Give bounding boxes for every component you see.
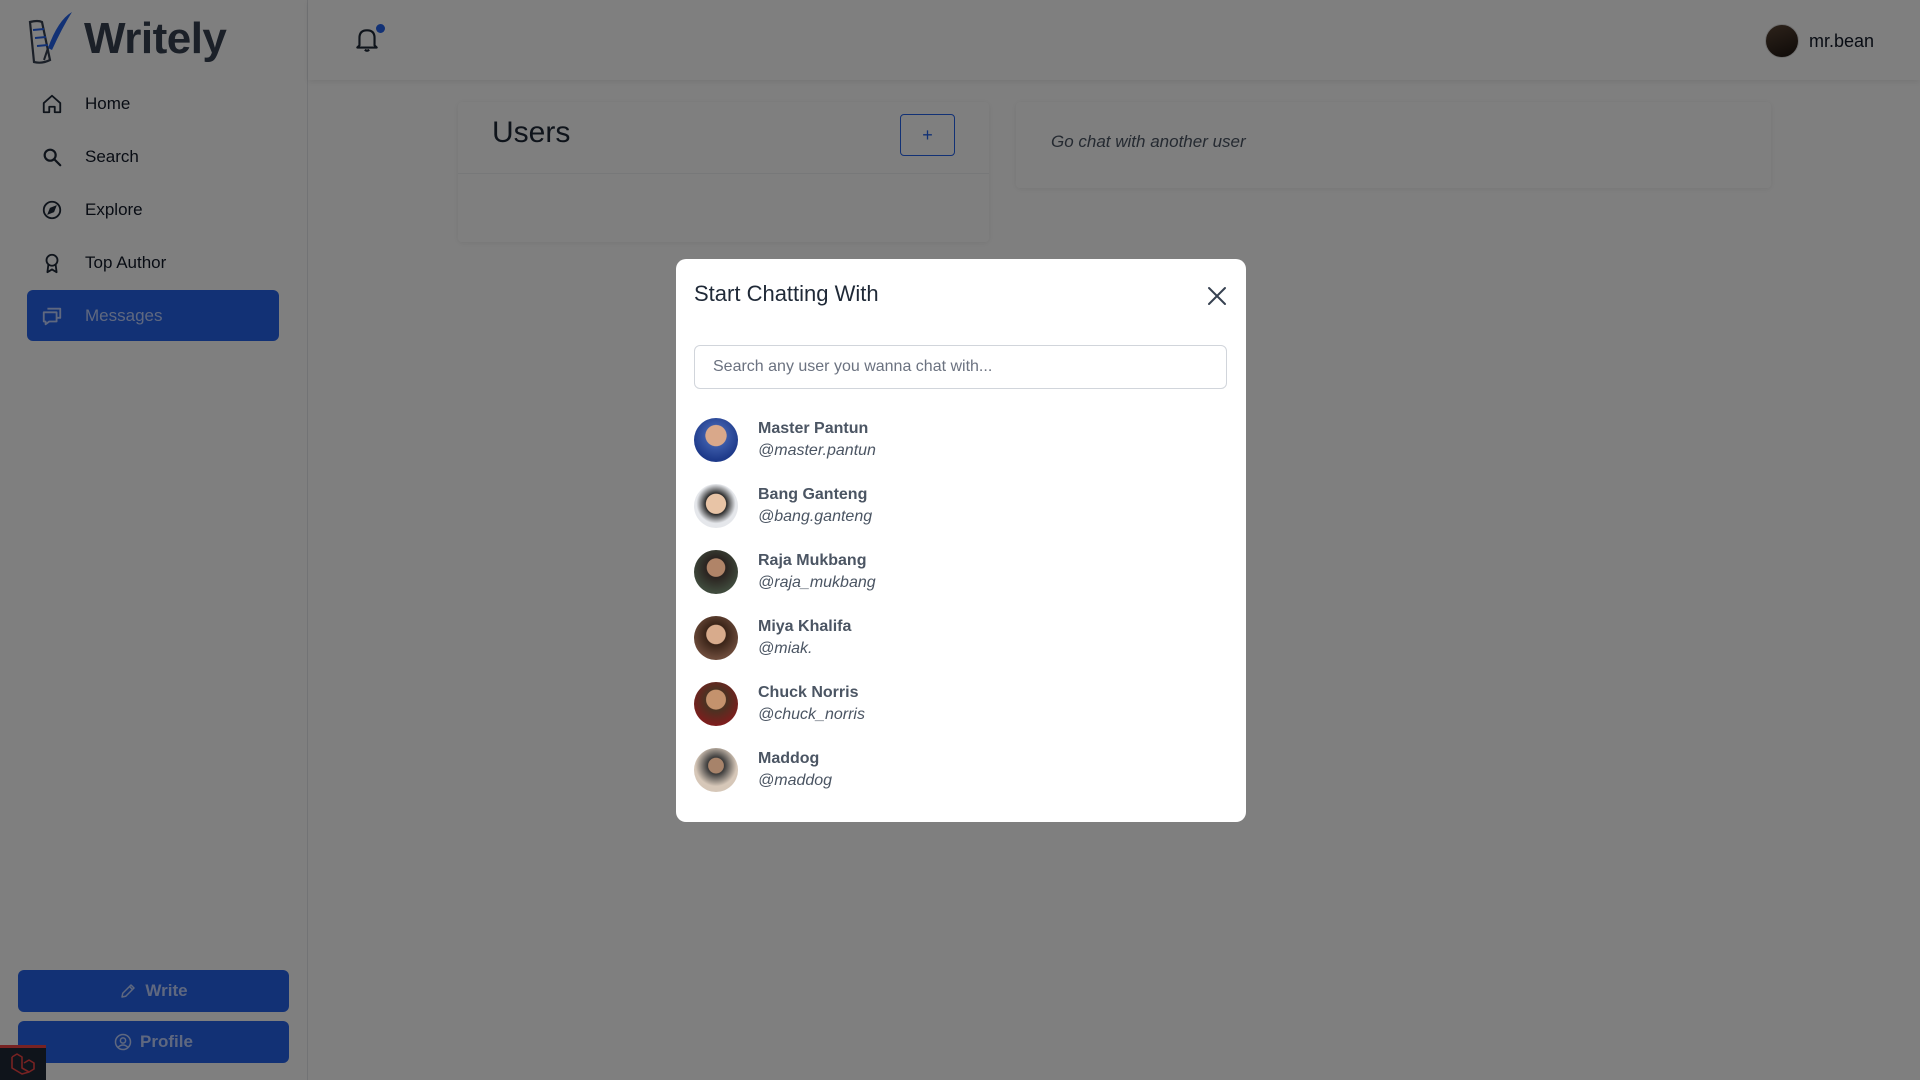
user-handle: @miak. (758, 640, 813, 657)
user-search-input[interactable] (694, 345, 1227, 389)
avatar (694, 616, 738, 660)
avatar (694, 484, 738, 528)
user-name: Miya Khalifa (758, 618, 852, 635)
list-item-user[interactable]: Maddog @maddog (694, 737, 1227, 803)
user-handle: @raja_mukbang (758, 574, 876, 591)
user-handle: @bang.ganteng (758, 508, 873, 525)
list-item-user[interactable]: Master Pantun @master.pantun (694, 407, 1227, 473)
avatar (694, 550, 738, 594)
avatar (694, 748, 738, 792)
user-name: Bang Ganteng (758, 486, 868, 503)
modal-title: Start Chatting With (694, 281, 879, 306)
user-handle: @chuck_norris (758, 706, 865, 723)
user-name: Chuck Norris (758, 684, 859, 701)
start-chat-modal: Start Chatting With Master Pantun @maste… (676, 259, 1246, 822)
user-name: Raja Mukbang (758, 552, 867, 569)
user-handle: @master.pantun (758, 442, 876, 459)
avatar (694, 418, 738, 462)
user-name: Master Pantun (758, 420, 869, 437)
user-name: Maddog (758, 750, 820, 767)
list-item-user[interactable]: Miya Khalifa @miak. (694, 605, 1227, 671)
close-button[interactable] (1204, 283, 1230, 309)
avatar (694, 682, 738, 726)
list-item-user[interactable]: Bang Ganteng @bang.ganteng (694, 473, 1227, 539)
list-item-user[interactable]: Raja Mukbang @raja_mukbang (694, 539, 1227, 605)
user-handle: @maddog (758, 772, 833, 789)
user-list: Master Pantun @master.pantun Bang Ganten… (694, 407, 1227, 803)
close-icon (1208, 287, 1226, 305)
list-item-user[interactable]: Chuck Norris @chuck_norris (694, 671, 1227, 737)
